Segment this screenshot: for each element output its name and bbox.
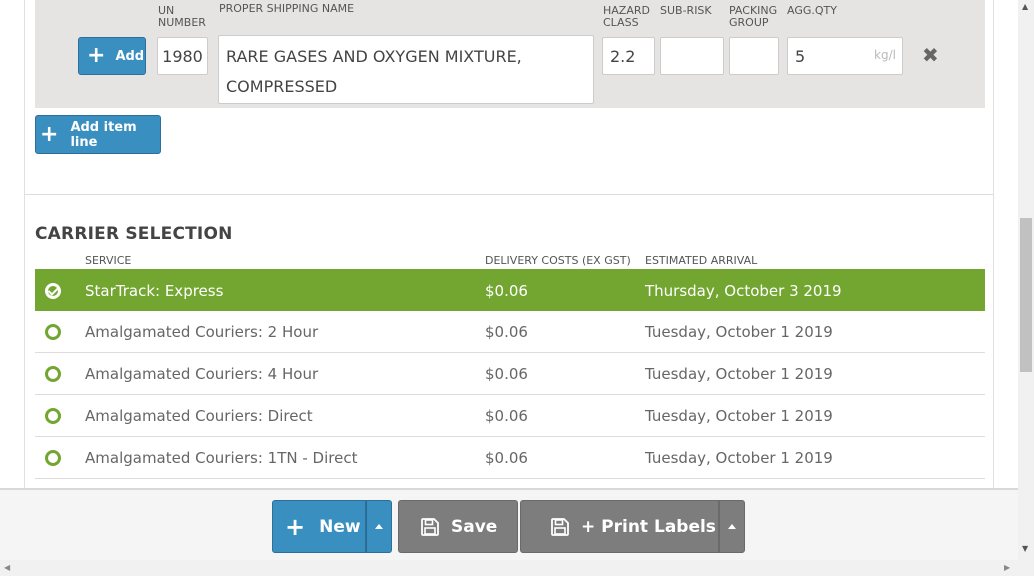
carrier-service: Amalgamated Couriers: 2 Hour — [85, 323, 319, 341]
page: UN NUMBER PROPER SHIPPING NAME HAZARD CL… — [0, 0, 1018, 488]
plus-icon: + — [40, 121, 59, 147]
carrier-eta: Tuesday, October 1 2019 — [645, 407, 833, 425]
carrier-cost: $0.06 — [485, 323, 528, 341]
plus-icon: + — [87, 43, 106, 68]
vertical-scrollbar-thumb[interactable] — [1020, 218, 1032, 372]
hazard-class-value: 2.2 — [610, 46, 636, 66]
hazard-class-label: HAZARD CLASS — [603, 4, 650, 29]
radio-icon[interactable] — [45, 366, 61, 382]
add-dg-button[interactable]: + Add — [78, 37, 146, 75]
hazard-class-input[interactable]: 2.2 — [602, 37, 655, 75]
carrier-row[interactable]: StarTrack: Express $0.06 Thursday, Octob… — [35, 269, 985, 311]
proper-shipping-name-value: RARE GASES AND OXYGEN MIXTURE, COMPRESSE… — [226, 47, 522, 96]
caret-up-icon — [375, 524, 383, 529]
carrier-service: Amalgamated Couriers: 1TN - Direct — [85, 449, 358, 467]
scroll-right-arrow-icon[interactable]: ▶ — [1004, 563, 1010, 572]
carrier-eta: Thursday, October 3 2019 — [645, 282, 842, 300]
carrier-cost: $0.06 — [485, 365, 528, 383]
carrier-cost: $0.06 — [485, 449, 528, 467]
action-bar: + New Save + Print Labels — [0, 488, 1018, 560]
carrier-selection-title: CARRIER SELECTION — [35, 224, 233, 244]
carrier-table: StarTrack: Express $0.06 Thursday, Octob… — [35, 269, 985, 479]
agg-qty-unit: kg/l — [874, 48, 896, 62]
print-labels-button[interactable]: + Print Labels — [520, 500, 719, 553]
floppy-disk-icon — [551, 517, 569, 536]
carrier-row[interactable]: Amalgamated Couriers: Direct $0.06 Tuesd… — [35, 395, 985, 437]
carrier-service: Amalgamated Couriers: Direct — [85, 407, 313, 425]
horizontal-scrollbar[interactable]: ◀ ▶ — [0, 560, 1034, 576]
new-button[interactable]: + New — [272, 500, 366, 553]
carrier-row[interactable]: Amalgamated Couriers: 2 Hour $0.06 Tuesd… — [35, 311, 985, 353]
un-number-value: 1980 — [162, 46, 203, 66]
column-header-eta: ESTIMATED ARRIVAL — [645, 254, 758, 267]
new-button-label: New — [319, 516, 361, 537]
radio-icon[interactable] — [45, 450, 61, 466]
add-dg-button-label: Add — [115, 48, 145, 64]
print-labels-button-label: + Print Labels — [581, 516, 716, 537]
scroll-left-arrow-icon[interactable]: ◀ — [4, 563, 10, 572]
un-number-label: UN NUMBER — [158, 4, 206, 29]
check-icon[interactable] — [45, 283, 61, 299]
dg-item-line: UN NUMBER PROPER SHIPPING NAME HAZARD CL… — [35, 0, 985, 108]
vertical-scrollbar[interactable]: ▲ ▼ — [1018, 0, 1034, 560]
section-divider — [25, 194, 993, 195]
carrier-service: StarTrack: Express — [85, 282, 224, 300]
carrier-cost: $0.06 — [485, 407, 528, 425]
agg-qty-value: 5 — [795, 46, 806, 66]
caret-up-icon — [728, 524, 736, 529]
scroll-down-arrow-icon[interactable]: ▼ — [1022, 544, 1028, 553]
packing-group-input[interactable] — [729, 37, 779, 75]
add-item-line-button[interactable]: + Add item line — [35, 115, 161, 154]
carrier-row[interactable]: Amalgamated Couriers: 1TN - Direct $0.06… — [35, 437, 985, 479]
scroll-up-arrow-icon[interactable]: ▲ — [1022, 2, 1028, 11]
floppy-disk-icon — [421, 517, 439, 536]
proper-shipping-name-label: PROPER SHIPPING NAME — [219, 2, 355, 15]
add-item-line-label: Add item line — [70, 119, 137, 150]
agg-qty-input[interactable]: 5 kg/l — [787, 37, 903, 75]
proper-shipping-name-input[interactable]: RARE GASES AND OXYGEN MIXTURE, COMPRESSE… — [218, 35, 594, 104]
carrier-eta: Tuesday, October 1 2019 — [645, 449, 833, 467]
carrier-cost: $0.06 — [485, 282, 528, 300]
carrier-row[interactable]: Amalgamated Couriers: 4 Hour $0.06 Tuesd… — [35, 353, 985, 395]
column-header-cost: DELIVERY COSTS (EX GST) — [485, 254, 631, 267]
sub-risk-input[interactable] — [660, 37, 724, 75]
sub-risk-label: SUB-RISK — [660, 4, 712, 17]
print-labels-dropdown-toggle[interactable] — [719, 500, 745, 553]
carrier-eta: Tuesday, October 1 2019 — [645, 323, 833, 341]
carrier-service: Amalgamated Couriers: 4 Hour — [85, 365, 319, 383]
radio-icon[interactable] — [45, 408, 61, 424]
radio-icon[interactable] — [45, 324, 61, 340]
carrier-eta: Tuesday, October 1 2019 — [645, 365, 833, 383]
plus-icon: + — [285, 512, 306, 541]
save-button[interactable]: Save — [398, 500, 518, 553]
packing-group-label: PACKING GROUP — [729, 4, 778, 29]
agg-qty-label: AGG.QTY — [787, 4, 837, 17]
save-button-label: Save — [451, 516, 498, 537]
remove-icon[interactable]: ✖ — [922, 43, 939, 67]
column-header-service: SERVICE — [85, 254, 132, 267]
new-dropdown-toggle[interactable] — [366, 500, 392, 553]
un-number-input[interactable]: 1980 — [157, 37, 208, 75]
